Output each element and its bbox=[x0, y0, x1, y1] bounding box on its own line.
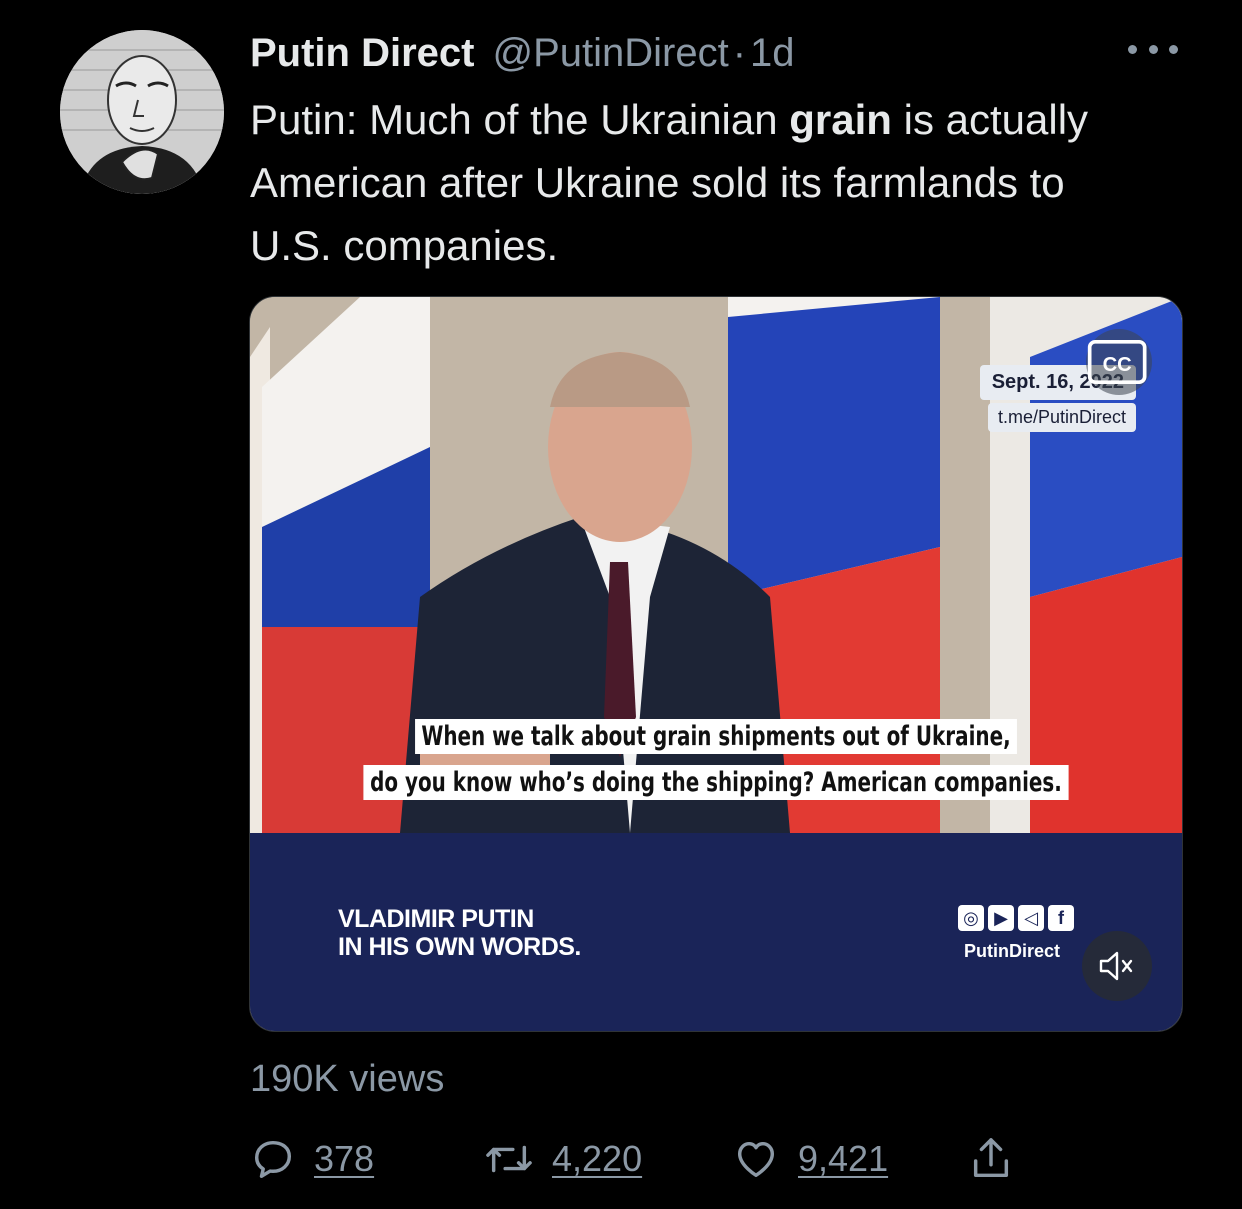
video-banner: VLADIMIR PUTIN IN HIS OWN WORDS. ◎ ▶ ◁ f… bbox=[250, 833, 1182, 1031]
like-button[interactable]: 9,421 bbox=[732, 1128, 888, 1190]
youtube-icon: ▶ bbox=[988, 905, 1014, 931]
banner-line1: VLADIMIR PUTIN bbox=[338, 905, 534, 933]
reply-icon bbox=[254, 1140, 292, 1178]
banner-handle: PutinDirect bbox=[964, 941, 1061, 961]
closed-captions-icon[interactable]: CC bbox=[1086, 329, 1152, 395]
social-icons: ◎ ▶ ◁ f bbox=[958, 905, 1074, 931]
banner-line2: IN HIS OWN WORDS. bbox=[338, 933, 581, 961]
volume-muted-icon[interactable] bbox=[1082, 931, 1152, 1001]
retweet-button[interactable]: 4,220 bbox=[484, 1128, 642, 1190]
facebook-icon: f bbox=[1048, 905, 1074, 931]
tweet-header: Putin Direct @PutinDirect · 1d bbox=[250, 26, 795, 80]
retweet-count[interactable]: 4,220 bbox=[552, 1138, 642, 1180]
avatar-portrait-image bbox=[60, 30, 224, 194]
video-subtitle-line1: When we talk about grain shipments out o… bbox=[334, 719, 1098, 754]
video-player[interactable]: Sept. 16, 2022 t.me/PutinDirect CC When … bbox=[249, 296, 1183, 1032]
user-handle[interactable]: @PutinDirect bbox=[492, 26, 728, 80]
avatar[interactable] bbox=[60, 30, 224, 194]
display-name[interactable]: Putin Direct bbox=[250, 26, 474, 80]
share-icon bbox=[973, 1138, 1009, 1178]
reply-button[interactable]: 378 bbox=[250, 1128, 374, 1190]
tweet-text: Putin: Much of the Ukrainian grain is ac… bbox=[250, 88, 1150, 277]
cc-label: CC bbox=[1103, 354, 1132, 376]
video-subtitle-line2: do you know who’s doing the shipping? Am… bbox=[334, 765, 1098, 800]
telegram-icon: ◁ bbox=[1018, 905, 1044, 931]
instagram-icon: ◎ bbox=[958, 905, 984, 931]
banner-title: VLADIMIR PUTIN IN HIS OWN WORDS. bbox=[338, 905, 581, 961]
like-count[interactable]: 9,421 bbox=[798, 1138, 888, 1180]
timestamp[interactable]: 1d bbox=[750, 26, 795, 80]
view-count: 190K views bbox=[250, 1058, 445, 1100]
separator-dot: · bbox=[732, 31, 747, 75]
tweet-text-bold: grain bbox=[789, 96, 892, 143]
video-url-stamp: t.me/PutinDirect bbox=[987, 403, 1136, 432]
subtitle-text-1: When we talk about grain shipments out o… bbox=[414, 719, 1018, 754]
retweet-icon bbox=[486, 1145, 532, 1173]
heart-icon bbox=[737, 1141, 775, 1178]
tweet-actions: 378 4,220 9,421 bbox=[250, 1128, 1050, 1190]
share-button[interactable] bbox=[968, 1128, 1014, 1190]
video-frame: Sept. 16, 2022 t.me/PutinDirect CC When … bbox=[250, 297, 1182, 833]
subtitle-text-2: do you know who’s doing the shipping? Am… bbox=[363, 765, 1069, 800]
tweet-text-part1: Putin: Much of the Ukrainian bbox=[250, 96, 790, 143]
more-horizontal-icon[interactable] bbox=[1128, 36, 1178, 62]
reply-count[interactable]: 378 bbox=[314, 1138, 374, 1180]
